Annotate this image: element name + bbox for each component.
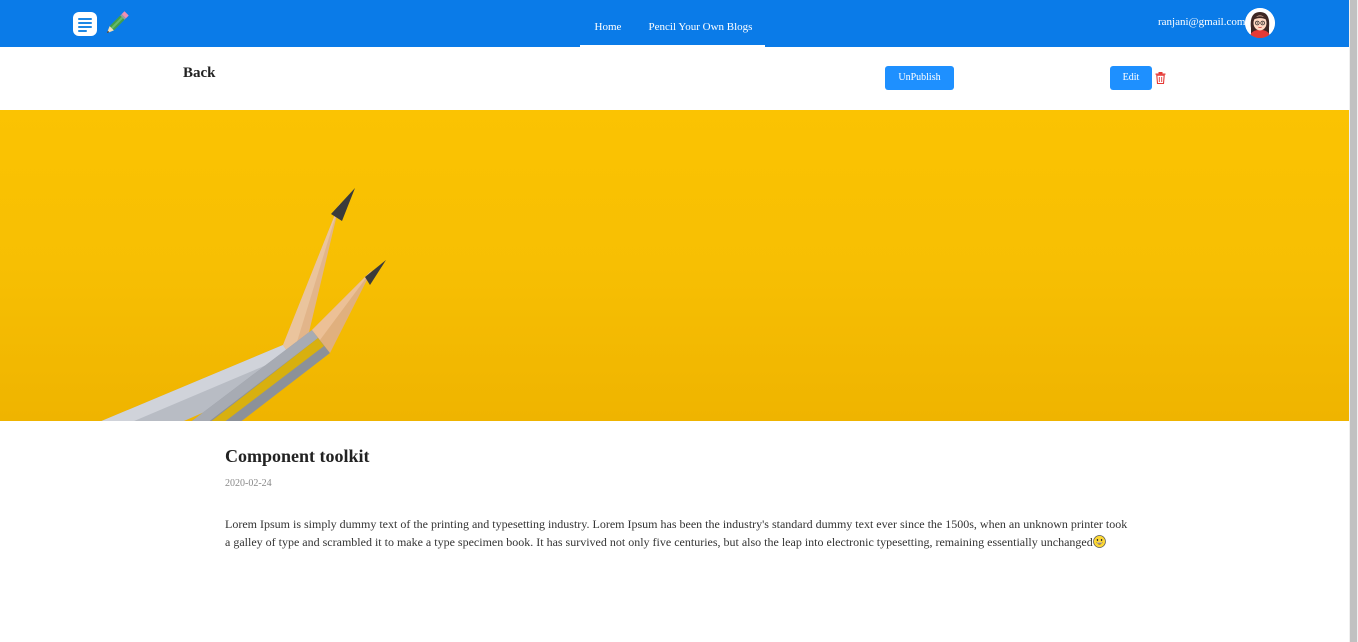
- post-body-text: Lorem Ipsum is simply dummy text of the …: [225, 517, 1128, 549]
- trash-icon[interactable]: [1155, 72, 1166, 84]
- scrollbar-thumb[interactable]: [1350, 0, 1357, 642]
- note-icon: [73, 12, 97, 36]
- page-scrollbar[interactable]: [1349, 0, 1358, 642]
- main-nav: Home Pencil Your Own Blogs: [580, 0, 765, 47]
- hero-image: [0, 110, 1349, 421]
- post-date: 2020-02-24: [225, 478, 272, 489]
- unpublish-button[interactable]: UnPublish: [885, 66, 954, 90]
- post-body: Lorem Ipsum is simply dummy text of the …: [225, 515, 1130, 551]
- edit-button[interactable]: Edit: [1110, 66, 1152, 90]
- nav-pencil-your-own-blogs[interactable]: Pencil Your Own Blogs: [636, 0, 765, 47]
- app-logo[interactable]: [73, 10, 133, 36]
- top-navbar: Home Pencil Your Own Blogs ranjani@gmail…: [0, 0, 1349, 47]
- nav-home[interactable]: Home: [580, 0, 636, 47]
- pencils-illustration: [101, 188, 386, 421]
- user-email[interactable]: ranjani@gmail.com: [1158, 16, 1245, 28]
- pencil-icon: [106, 11, 129, 34]
- user-avatar-icon: [1245, 8, 1275, 38]
- back-link[interactable]: Back: [183, 65, 216, 82]
- avatar[interactable]: [1245, 8, 1275, 38]
- post-title: Component toolkit: [225, 446, 370, 466]
- grinning-face-icon: [1092, 535, 1106, 548]
